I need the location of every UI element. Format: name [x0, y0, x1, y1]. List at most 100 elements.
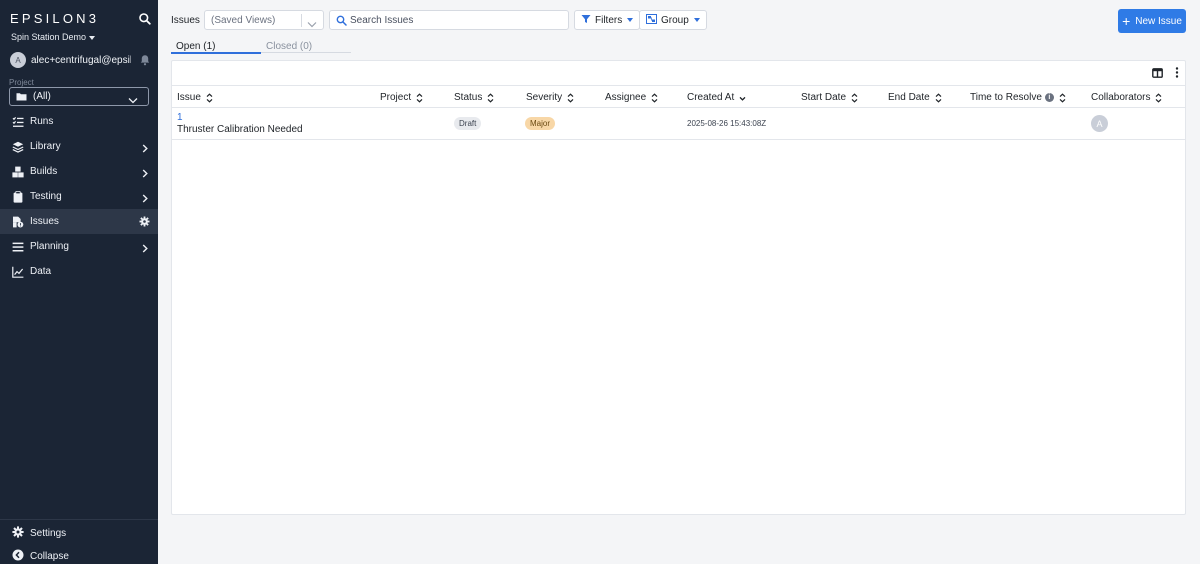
- filters-button[interactable]: Filters: [574, 10, 641, 30]
- column-header-issue[interactable]: Issue: [177, 92, 213, 103]
- chevron-down-icon: [307, 17, 317, 31]
- sort-desc-icon: [739, 93, 746, 103]
- column-header-project[interactable]: Project: [380, 92, 423, 103]
- tab-closed[interactable]: Closed (0): [266, 41, 312, 52]
- search-icon[interactable]: [138, 12, 152, 26]
- gear-icon[interactable]: [139, 216, 150, 230]
- status-badge: Draft: [454, 117, 482, 130]
- sidebar-item-issues[interactable]: Issues: [0, 209, 158, 234]
- group-icon: [646, 13, 657, 27]
- issue-id-link[interactable]: 1: [177, 112, 183, 123]
- project-select-value: (All): [33, 91, 51, 102]
- created-at-cell: 2025-08-26 15:43:08Z: [687, 119, 767, 128]
- collaborator-avatar[interactable]: A: [1091, 115, 1108, 132]
- settings-button[interactable]: Settings: [12, 526, 66, 541]
- severity-badge: Major: [525, 117, 556, 130]
- search-icon: [336, 15, 347, 29]
- filter-icon: [581, 13, 591, 27]
- bell-icon[interactable]: [140, 54, 150, 66]
- column-header-start-date[interactable]: Start Date: [801, 92, 858, 103]
- sort-icon: [206, 92, 213, 103]
- project-label: Project: [9, 78, 34, 87]
- sort-icon: [1155, 92, 1162, 103]
- sidebar-divider: [0, 519, 158, 520]
- column-header-severity[interactable]: Severity: [526, 92, 574, 103]
- sidebar-item-label: Library: [30, 141, 61, 152]
- testing-icon: [12, 190, 24, 203]
- column-header-end-date[interactable]: End Date: [888, 92, 942, 103]
- column-header-time-to-resolve[interactable]: Time to Resolve i: [970, 92, 1066, 103]
- sidebar-item-library[interactable]: Library: [0, 134, 158, 159]
- sidebar-item-label: Data: [30, 266, 52, 277]
- table-tools: [1152, 67, 1179, 78]
- sidebar-item-testing[interactable]: Testing: [0, 184, 158, 209]
- page-title: Issues: [171, 15, 200, 26]
- search-input[interactable]: [350, 13, 562, 27]
- data-icon: [12, 266, 24, 278]
- column-header-label: Start Date: [801, 92, 847, 103]
- user-menu[interactable]: A alec+centrifugal@epsil...: [10, 51, 152, 69]
- library-icon: [12, 141, 24, 153]
- gear-icon: [12, 526, 24, 541]
- settings-label: Settings: [30, 528, 67, 539]
- column-header-label: End Date: [888, 92, 930, 103]
- column-header-label: Time to Resolve: [970, 92, 1042, 103]
- sort-icon: [487, 92, 494, 103]
- sidebar-item-runs[interactable]: Runs: [0, 109, 158, 134]
- org-switcher[interactable]: Spin Station Demo: [11, 32, 96, 42]
- user-email: alec+centrifugal@epsil...: [31, 54, 131, 66]
- search-field[interactable]: [329, 10, 569, 30]
- sidebar-item-label: Issues: [30, 216, 59, 227]
- folder-icon: [16, 90, 27, 104]
- column-header-label: Created At: [687, 92, 735, 103]
- column-header-status[interactable]: Status: [454, 92, 494, 103]
- planning-icon: [12, 241, 24, 253]
- new-issue-label: New Issue: [1135, 15, 1182, 27]
- saved-views-select[interactable]: (Saved Views): [204, 10, 324, 30]
- sidebar-item-data[interactable]: Data: [0, 259, 158, 284]
- brand-logo: EPSILON3: [10, 11, 100, 26]
- sidebar: EPSILON3 Spin Station Demo A alec+centri…: [0, 0, 158, 564]
- saved-views-value: (Saved Views): [211, 15, 276, 26]
- plus-icon: +: [1122, 13, 1131, 29]
- sort-icon: [1059, 92, 1066, 103]
- column-header-created-at[interactable]: Created At: [687, 92, 746, 103]
- sidebar-item-planning[interactable]: Planning: [0, 234, 158, 259]
- issue-title-link[interactable]: Thruster Calibration Needed: [177, 124, 303, 135]
- table-row[interactable]: 1 Thruster Calibration Needed Draft Majo…: [172, 109, 1185, 140]
- project-select[interactable]: (All): [9, 87, 149, 106]
- table-header: Issue Project Status Severity Assignee C…: [172, 85, 1185, 108]
- sidebar-item-label: Testing: [30, 191, 62, 202]
- builds-icon: [12, 166, 24, 178]
- collapse-label: Collapse: [30, 551, 69, 562]
- collapse-button[interactable]: Collapse: [12, 549, 69, 564]
- chevron-right-icon: [142, 242, 148, 256]
- tab-open[interactable]: Open (1): [176, 41, 215, 52]
- column-header-label: Issue: [177, 92, 201, 103]
- sidebar-item-label: Planning: [30, 241, 69, 252]
- group-button[interactable]: Group: [639, 10, 707, 30]
- column-header-label: Assignee: [605, 92, 647, 103]
- filters-label: Filters: [595, 14, 623, 26]
- sort-icon: [935, 92, 942, 103]
- sidebar-item-label: Runs: [30, 116, 54, 127]
- issues-table: Issue Project Status Severity Assignee C…: [171, 60, 1186, 515]
- column-header-label: Collaborators: [1091, 92, 1151, 103]
- new-issue-button[interactable]: + New Issue: [1118, 9, 1186, 33]
- runs-icon: [12, 116, 24, 128]
- columns-icon[interactable]: [1152, 67, 1163, 78]
- info-icon[interactable]: i: [1044, 93, 1054, 102]
- sort-icon: [851, 92, 858, 103]
- column-header-collaborators[interactable]: Collaborators: [1091, 92, 1162, 103]
- column-header-label: Project: [380, 92, 412, 103]
- chevron-right-icon: [142, 142, 148, 156]
- collapse-icon: [12, 549, 24, 564]
- active-tab-indicator: [171, 52, 261, 54]
- caret-down-icon: [89, 35, 96, 40]
- more-vertical-icon[interactable]: [1175, 67, 1179, 78]
- sort-icon: [567, 92, 574, 103]
- caret-down-icon: [693, 18, 700, 22]
- sidebar-item-builds[interactable]: Builds: [0, 159, 158, 184]
- column-header-assignee[interactable]: Assignee: [605, 92, 658, 103]
- chevron-down-icon: [128, 93, 138, 107]
